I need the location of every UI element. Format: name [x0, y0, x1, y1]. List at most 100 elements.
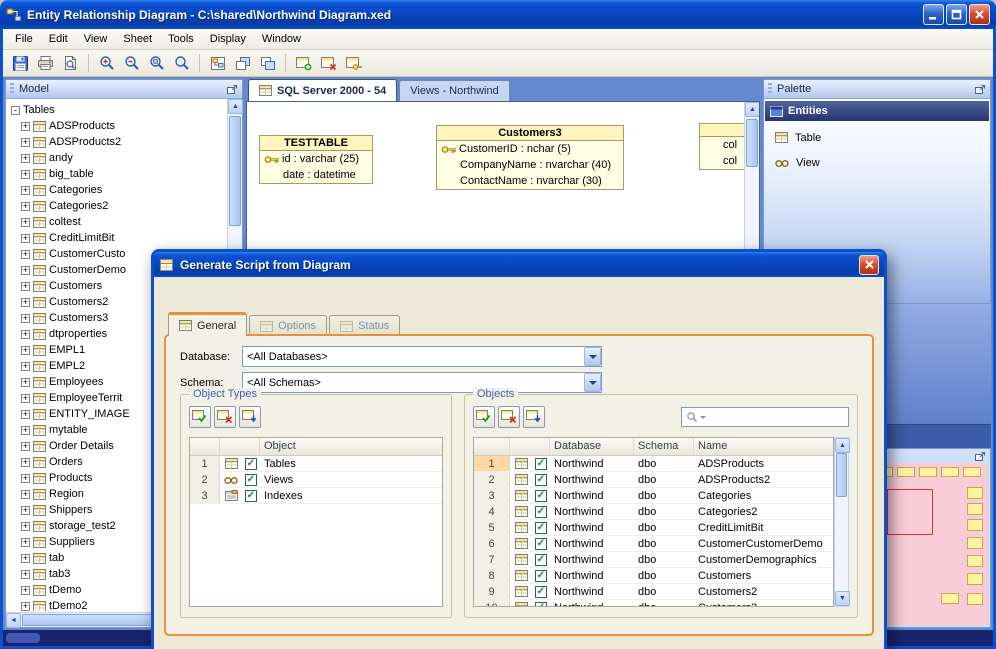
float-panel-icon[interactable]	[974, 451, 986, 462]
tree-expander[interactable]: +	[21, 377, 30, 387]
palette-item-view[interactable]: View	[765, 151, 989, 174]
checkbox[interactable]: ✓	[535, 601, 547, 606]
dialog-tab-general[interactable]: General	[168, 312, 248, 336]
object-type-row-views[interactable]: 2 ✓ Views	[190, 472, 442, 488]
object-row-categories2[interactable]: 4 ✓ Northwind dbo Categories2	[474, 504, 833, 520]
tree-expander[interactable]: +	[21, 601, 30, 611]
tree-expander[interactable]: +	[21, 505, 30, 515]
object-type-row-tables[interactable]: 1 ✓ Tables	[190, 456, 442, 472]
dialog-tab-options[interactable]: Options	[249, 315, 328, 336]
invert-selection-button[interactable]	[523, 406, 545, 428]
tree-expander[interactable]: +	[21, 201, 30, 211]
checkbox[interactable]: ✓	[535, 457, 547, 470]
magnifier-button[interactable]	[170, 52, 193, 75]
object-row-adsproducts2[interactable]: 2 ✓ Northwind dbo ADSProducts2	[474, 472, 833, 488]
row-checkbox[interactable]: ✓	[532, 601, 550, 606]
object-types-grid[interactable]: Object 1 ✓ Tables 2 ✓ Views 3 ✓ Indexes	[189, 437, 443, 607]
row-checkbox[interactable]: ✓	[532, 473, 550, 486]
row-checkbox[interactable]: ✓	[532, 569, 550, 582]
object-row-customers3[interactable]: 10 ✓NorthwinddboCustomers3	[474, 600, 833, 606]
row-checkbox[interactable]: ✓	[532, 553, 550, 566]
clear-selection-button[interactable]	[214, 406, 236, 428]
tree-expander[interactable]: +	[21, 153, 30, 163]
menu-item-tools[interactable]: Tools	[160, 30, 202, 48]
tree-expander[interactable]: +	[21, 425, 30, 435]
tree-item-adsproducts[interactable]: + ADSProducts	[7, 118, 226, 134]
zoom-out-button[interactable]	[120, 52, 143, 75]
checkbox[interactable]: ✓	[535, 521, 547, 534]
scrollbar-thumb[interactable]	[22, 614, 162, 626]
palette-panel-header[interactable]: Palette	[764, 80, 990, 99]
checkbox[interactable]: ✓	[535, 537, 547, 550]
checkbox[interactable]: ✓	[535, 505, 547, 518]
dialog-tab-status[interactable]: Status	[329, 315, 401, 336]
object-row-adsproducts[interactable]: 1 ✓ Northwind dbo ADSProducts	[474, 456, 833, 472]
object-row-customerdemographics[interactable]: 7 ✓ Northwind dbo CustomerDemographics	[474, 552, 833, 568]
maximize-button[interactable]	[946, 4, 967, 25]
tree-expander[interactable]: +	[21, 297, 30, 307]
object-row-customers2[interactable]: 9 ✓ Northwind dbo Customers2	[474, 584, 833, 600]
minimize-button[interactable]	[923, 4, 944, 25]
table-add-button[interactable]	[292, 52, 315, 75]
tree-item-adsproducts2[interactable]: + ADSProducts2	[7, 134, 226, 150]
tree-expander[interactable]: +	[21, 217, 30, 227]
object-row-creditlimitbit[interactable]: 5 ✓ Northwind dbo CreditLimitBit	[474, 520, 833, 536]
row-checkbox[interactable]: ✓	[532, 537, 550, 550]
tree-expander[interactable]: +	[21, 569, 30, 579]
checkbox[interactable]: ✓	[245, 457, 257, 470]
checkbox[interactable]: ✓	[535, 569, 547, 582]
menu-item-display[interactable]: Display	[202, 30, 254, 48]
object-type-row-indexes[interactable]: 3 ✓ Indexes	[190, 488, 442, 504]
model-panel-header[interactable]: Model	[6, 80, 242, 99]
chevron-down-icon[interactable]	[700, 415, 706, 419]
send-to-back-button[interactable]	[256, 52, 279, 75]
tree-item-categories2[interactable]: + Categories2	[7, 198, 226, 214]
tree-item-andy[interactable]: + andy	[7, 150, 226, 166]
tree-expander[interactable]: +	[21, 313, 30, 323]
schema-combobox[interactable]: <All Schemas>	[242, 372, 602, 393]
objects-vertical-scrollbar[interactable]: ▲ ▼	[834, 437, 850, 607]
select-all-button[interactable]	[189, 406, 211, 428]
database-combobox[interactable]: <All Databases>	[242, 346, 602, 367]
dialog-title-bar[interactable]: Generate Script from Diagram	[154, 252, 884, 277]
row-checkbox[interactable]: ✓	[532, 457, 550, 470]
tree-expander[interactable]: +	[21, 521, 30, 531]
scrollbar-thumb[interactable]	[836, 453, 847, 497]
tree-expander[interactable]: +	[21, 537, 30, 547]
tree-expander[interactable]: +	[21, 457, 30, 467]
print-button[interactable]	[34, 52, 57, 75]
close-button[interactable]	[969, 4, 990, 25]
zoom-page-button[interactable]	[145, 52, 168, 75]
scroll-up-button[interactable]: ▲	[228, 99, 243, 114]
tree-expander[interactable]: +	[21, 233, 30, 243]
tree-expander[interactable]: +	[21, 585, 30, 595]
select-all-button[interactable]	[473, 406, 495, 428]
tree-expander[interactable]: +	[21, 265, 30, 275]
menu-item-window[interactable]: Window	[254, 30, 309, 48]
menu-item-view[interactable]: View	[76, 30, 116, 48]
document-tab-sql-server-2000-54[interactable]: SQL Server 2000 - 54	[248, 79, 398, 101]
scroll-left-button[interactable]: ◄	[6, 613, 21, 628]
schema-dropdown-button[interactable]	[584, 373, 601, 392]
palette-section-entities[interactable]: Entities	[765, 101, 989, 121]
tree-expander[interactable]: +	[21, 473, 30, 483]
bring-to-front-button[interactable]	[231, 52, 254, 75]
object-row-customers[interactable]: 8 ✓ Northwind dbo Customers	[474, 568, 833, 584]
scrollbar-thumb[interactable]	[746, 119, 758, 167]
tree-expander[interactable]: +	[21, 361, 30, 371]
checkbox[interactable]: ✓	[535, 585, 547, 598]
invert-selection-button[interactable]	[239, 406, 261, 428]
tree-expander[interactable]: +	[21, 489, 30, 499]
tree-item-coltest[interactable]: + coltest	[7, 214, 226, 230]
save-button[interactable]	[9, 52, 32, 75]
scrollbar-thumb[interactable]	[229, 116, 241, 226]
tree-expander[interactable]: +	[21, 249, 30, 259]
table-delete-button[interactable]	[317, 52, 340, 75]
row-checkbox[interactable]: ✓	[532, 489, 550, 502]
row-checkbox[interactable]: ✓	[532, 585, 550, 598]
menu-item-file[interactable]: File	[7, 30, 41, 48]
tree-expander[interactable]: +	[21, 441, 30, 451]
tree-expander[interactable]: +	[21, 409, 30, 419]
row-checkbox[interactable]: ✓	[532, 505, 550, 518]
tree-expander[interactable]: +	[21, 185, 30, 195]
